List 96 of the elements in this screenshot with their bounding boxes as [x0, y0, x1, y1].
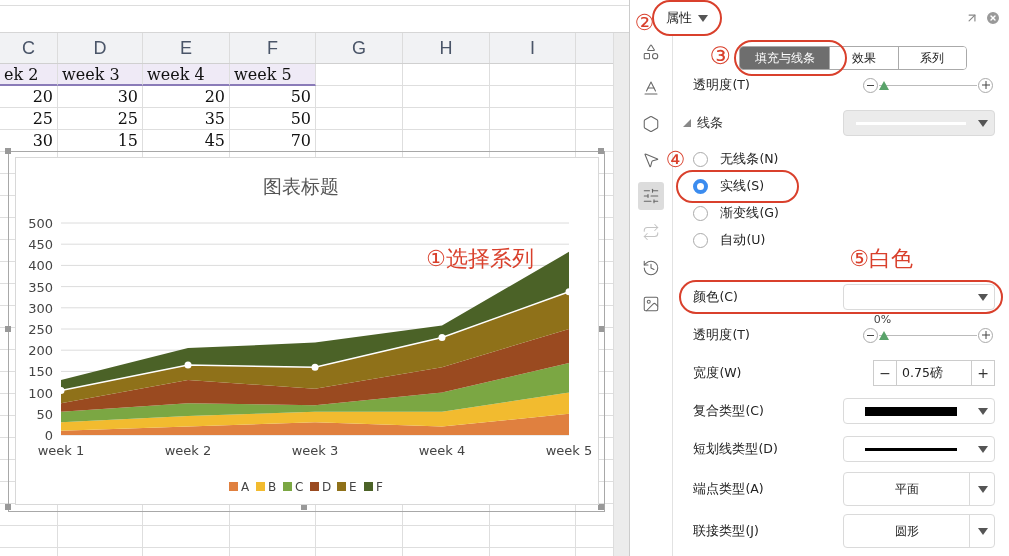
increase-button[interactable]	[978, 77, 993, 93]
legend-label: E	[349, 480, 357, 494]
column-header[interactable]: I	[490, 33, 576, 63]
axis-tick-label: week 1	[37, 443, 85, 458]
tab[interactable]: 填充与线条	[740, 47, 830, 69]
slider-thumb[interactable]	[879, 81, 889, 90]
minus-icon	[867, 334, 874, 336]
dropdown[interactable]: 圆形	[843, 514, 995, 548]
axis-tick-label: 200	[28, 343, 53, 359]
increase-button[interactable]	[978, 327, 993, 343]
table-cell: week 3	[58, 64, 143, 86]
axis-tick-label: 100	[28, 385, 53, 401]
radio-option[interactable]: 自动(U)	[693, 227, 766, 254]
image-icon	[642, 295, 661, 313]
table-cell: week 5	[230, 64, 316, 86]
pointer-icon	[642, 151, 661, 169]
radio-option[interactable]: 无线条(N)	[693, 146, 779, 173]
slider-thumb[interactable]	[879, 331, 889, 340]
caret-icon	[978, 485, 988, 493]
caret-icon	[698, 14, 709, 22]
column-header[interactable]: G	[316, 33, 403, 63]
column-header[interactable]: H	[403, 33, 490, 63]
axis-tick-label: 350	[28, 279, 53, 295]
property-label: 联接类型(J)	[693, 522, 760, 540]
sliders-icon	[642, 187, 661, 205]
caret-icon	[978, 119, 988, 127]
chart-title: 图表标题	[262, 175, 339, 197]
resize-handle[interactable]	[598, 504, 604, 510]
line-style-dropdown[interactable]	[843, 398, 995, 424]
property-label: 宽度(W)	[693, 364, 743, 382]
table-cell: ek 2	[0, 64, 58, 86]
callout-label: ④	[665, 149, 686, 171]
property-label: 端点类型(A)	[693, 480, 765, 498]
decrease-button[interactable]	[863, 327, 878, 343]
property-label: 短划线类型(D)	[693, 440, 779, 458]
series-area[interactable]	[61, 362, 569, 423]
axis-tick-label: 500	[28, 216, 53, 231]
callout-label: ③	[709, 44, 731, 68]
color-dropdown[interactable]	[843, 284, 995, 310]
radio-option[interactable]: 实线(S)	[693, 173, 765, 200]
property-label: 透明度(T)	[693, 76, 751, 94]
annotation-text: ①选择系列	[426, 246, 534, 271]
hexagon-icon	[642, 115, 661, 133]
resize-handle[interactable]	[598, 148, 604, 154]
legend-label: F	[376, 480, 383, 494]
axis-tick-label: week 2	[164, 443, 212, 458]
close-icon[interactable]	[985, 10, 1001, 26]
collapse-triangle-icon[interactable]	[683, 119, 692, 127]
column-header[interactable]: E	[143, 33, 230, 63]
slider-reading: 0%	[873, 313, 892, 326]
axis-tick-label: 250	[28, 322, 53, 337]
property-label: 颜色(C)	[693, 288, 739, 306]
panel-title-menu[interactable]: 属性	[666, 9, 709, 27]
plus-icon	[981, 331, 990, 339]
axis-tick-label: 50	[36, 406, 53, 422]
axis-tick-label: 300	[28, 300, 53, 316]
column-header[interactable]: F	[230, 33, 316, 63]
dropdown[interactable]: 平面	[843, 472, 995, 506]
caret-icon	[978, 445, 988, 453]
legend-label: C	[295, 480, 304, 494]
axis-tick-label: week 4	[418, 443, 466, 458]
resize-handle[interactable]	[5, 504, 11, 510]
history-icon	[642, 259, 661, 277]
legend-label: B	[268, 480, 277, 494]
caret-icon	[978, 293, 988, 301]
axis-tick-label: week 3	[291, 443, 339, 458]
column-header[interactable]: D	[58, 33, 143, 63]
axis-tick-label: 0	[44, 428, 53, 443]
property-label: 透明度(T)	[693, 326, 751, 344]
plus-icon	[981, 81, 990, 89]
legend-label: D	[322, 480, 332, 494]
table-cell: week 4	[143, 64, 230, 86]
section-label: 线条	[697, 114, 724, 132]
caret-icon	[978, 407, 988, 415]
axis-tick-label: 450	[28, 237, 53, 253]
resize-handle[interactable]	[5, 148, 11, 154]
callout-label: ⑤白色	[849, 248, 913, 270]
swap-icon	[642, 223, 661, 241]
resize-handle[interactable]	[5, 326, 11, 332]
property-label: 复合类型(C)	[693, 402, 765, 420]
axis-tick-label: 150	[28, 364, 53, 380]
radio-option[interactable]: 渐变线(G)	[693, 200, 779, 227]
axis-tick-label: 400	[28, 258, 53, 274]
legend-label: A	[241, 480, 250, 494]
callout-label: ②	[634, 12, 655, 34]
series-area[interactable]	[61, 329, 569, 412]
series-area[interactable]	[61, 392, 569, 431]
axis-tick-label: week 5	[545, 443, 593, 458]
line-style-dropdown[interactable]	[843, 436, 995, 462]
sidebar-tab[interactable]	[638, 182, 665, 210]
scrollbar[interactable]	[613, 33, 630, 556]
column-header[interactable]: C	[0, 33, 58, 63]
shapes-icon	[642, 43, 661, 61]
decrease-button[interactable]	[863, 77, 878, 93]
minus-icon	[867, 84, 874, 86]
caret-icon	[978, 527, 988, 535]
